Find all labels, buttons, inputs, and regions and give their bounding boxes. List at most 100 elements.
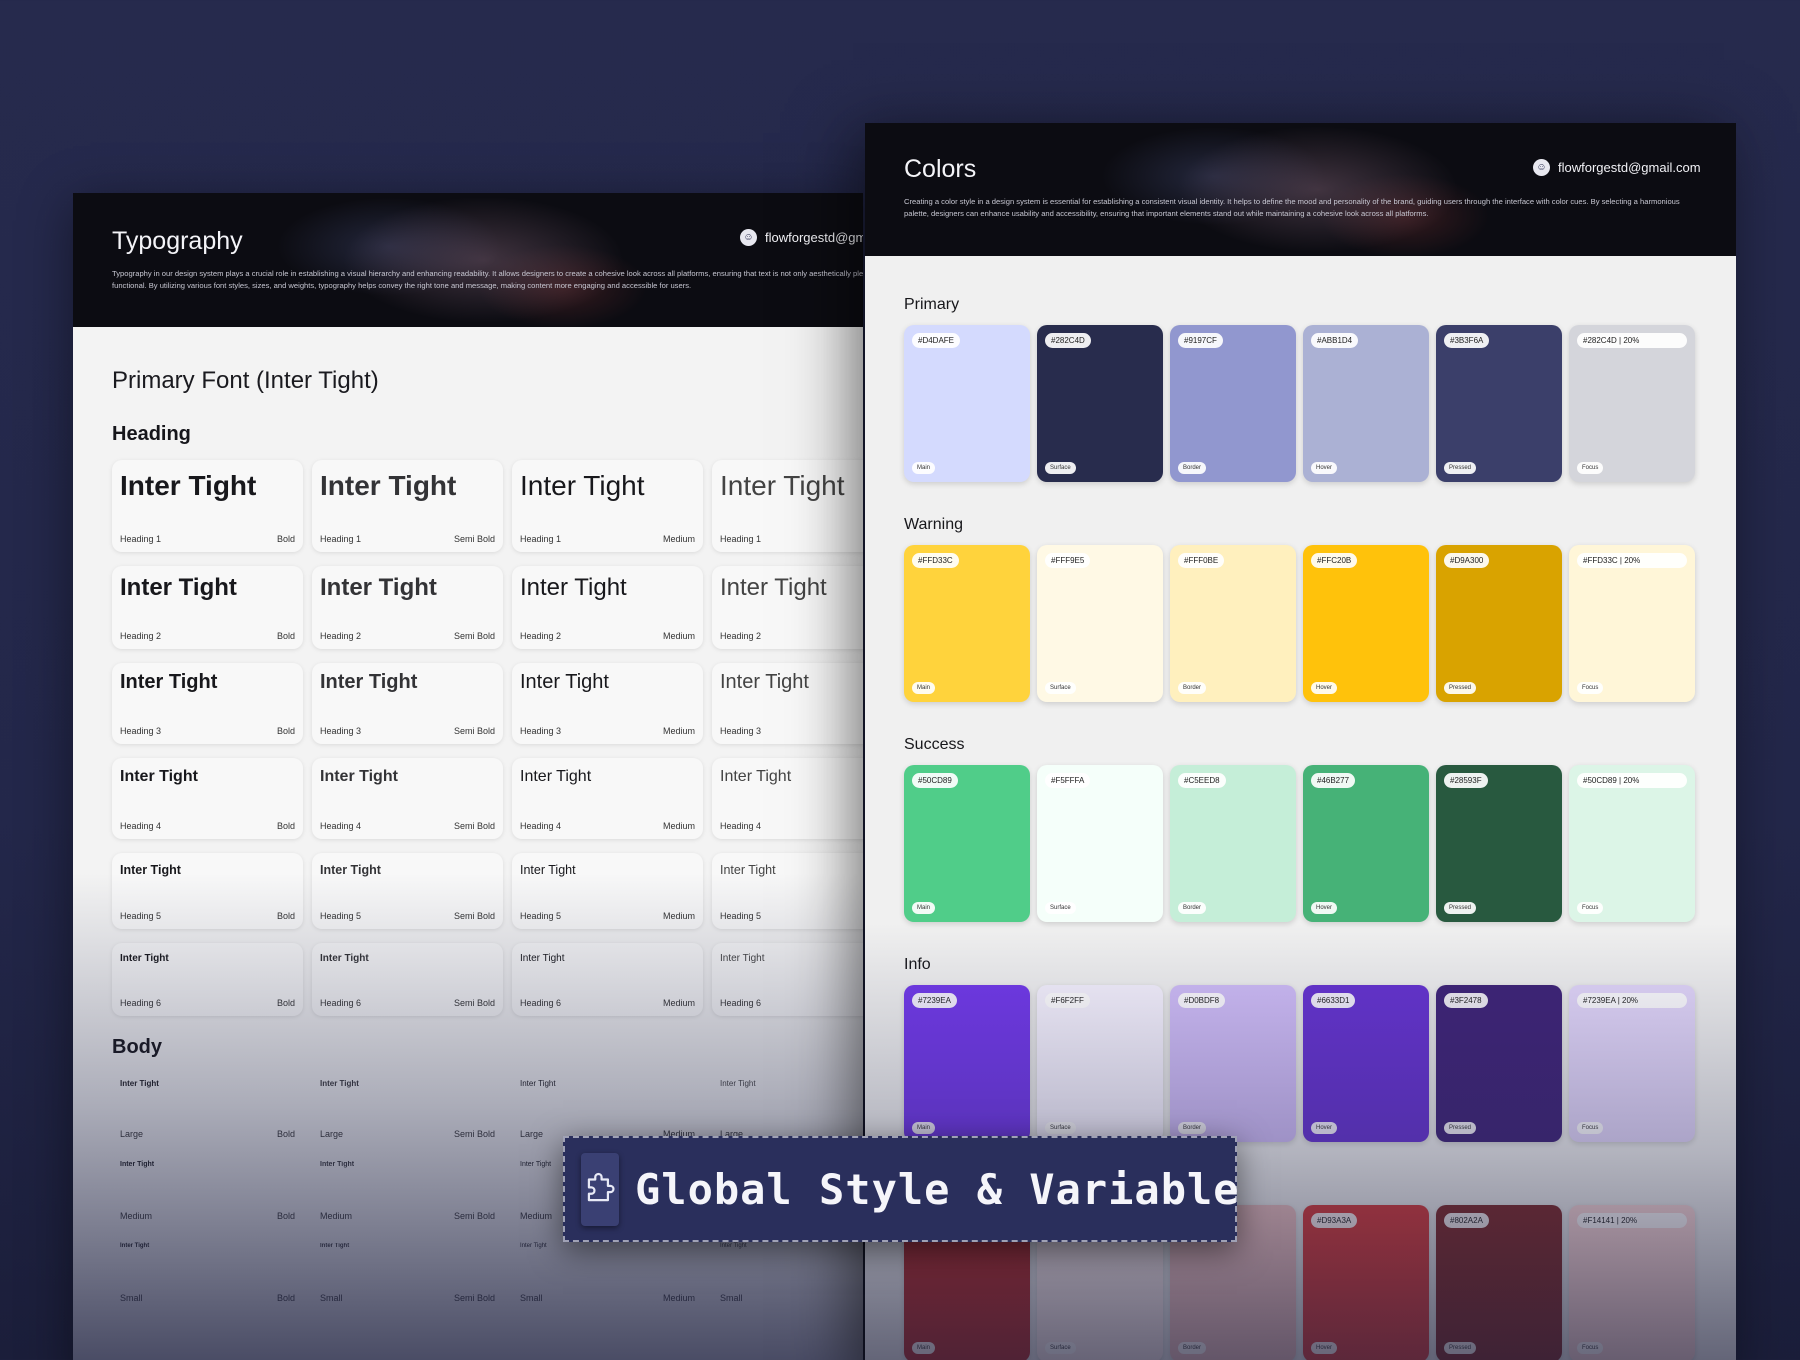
color-swatch[interactable]: #FFF0BE Border [1170, 545, 1296, 702]
color-swatch[interactable]: #FFF9E5 Surface [1037, 545, 1163, 702]
heading-card[interactable]: Inter Tight Heading 6 [712, 943, 863, 1016]
color-swatch[interactable]: #D9A300 Pressed [1436, 545, 1562, 702]
heading-card[interactable]: Inter Tight Heading 6 Medium [512, 943, 703, 1016]
heading-level-label: Heading 1 [520, 534, 562, 544]
hex-badge: #FFC20B [1311, 553, 1358, 568]
color-swatch[interactable]: #3F2478 Pressed [1436, 985, 1562, 1142]
hex-badge: #28593F [1444, 773, 1488, 788]
heading-level-label: Heading 6 [720, 998, 762, 1008]
heading-level-label: Heading 4 [520, 821, 562, 831]
body-card[interactable]: Inter Tight Small Bold [112, 1237, 303, 1311]
role-badge: Surface [1045, 682, 1076, 694]
body-sample: Inter Tight [720, 1079, 756, 1088]
heading-card[interactable]: Inter Tight Heading 5 Medium [512, 853, 703, 929]
heading-card[interactable]: Inter Tight Heading 4 [712, 758, 863, 839]
body-sample: Inter Tight [320, 1243, 350, 1249]
color-swatch[interactable]: #50CD89 | 20% Focus [1569, 765, 1695, 922]
role-badge: Main [912, 682, 936, 694]
color-swatch[interactable]: #F6F2FF Surface [1037, 985, 1163, 1142]
heading-level-label: Heading 4 [320, 821, 362, 831]
colors-email-text: flowforgestd@gmail.com [1558, 160, 1701, 175]
weight-label: Medium [662, 821, 695, 831]
role-badge: Pressed [1444, 902, 1477, 914]
typography-email[interactable]: ☺ flowforgestd@gmail.com [740, 229, 863, 246]
heading-level-label: Heading 1 [720, 534, 762, 544]
heading-card[interactable]: Inter Tight Heading 2 Medium [512, 566, 703, 649]
typography-title: Typography [112, 227, 243, 255]
hex-badge: #6633D1 [1311, 993, 1356, 1008]
heading-card[interactable]: Inter Tight Heading 6 Bold [112, 943, 303, 1016]
color-swatch[interactable]: #FFC20B Hover [1303, 545, 1429, 702]
color-swatch[interactable]: #50CD89 Main [904, 765, 1030, 922]
heading-card[interactable]: Inter Tight Heading 6 Semi Bold [312, 943, 503, 1016]
heading-sample: Inter Tight [320, 863, 381, 877]
color-swatch[interactable]: #ABB1D4 Hover [1303, 325, 1429, 482]
color-swatch[interactable]: #282C4D Surface [1037, 325, 1163, 482]
body-card[interactable]: Inter Tight Medium Semi Bold [312, 1155, 503, 1229]
heading-card[interactable]: Inter Tight Heading 2 [712, 566, 863, 649]
heading-card[interactable]: Inter Tight Heading 3 Bold [112, 663, 303, 744]
heading-level-label: Heading 5 [520, 911, 562, 921]
heading-card[interactable]: Inter Tight Heading 3 [712, 663, 863, 744]
body-card[interactable]: Inter Tight Large Bold [112, 1073, 303, 1147]
color-swatch[interactable]: #F5FFFA Surface [1037, 765, 1163, 922]
heading-card[interactable]: Inter Tight Heading 5 [712, 853, 863, 929]
heading-row: Inter Tight Heading 3 Bold Inter Tight Headi… [112, 663, 863, 744]
color-swatch[interactable]: #D4DAFE Main [904, 325, 1030, 482]
color-group-label: Warning [904, 516, 963, 533]
hex-badge: #F5FFFA [1045, 773, 1091, 788]
weight-label: Bold [276, 1211, 295, 1221]
body-sample: Inter Tight [520, 1243, 547, 1249]
color-swatch[interactable]: #282C4D | 20% Focus [1569, 325, 1695, 482]
colors-email[interactable]: ☺ flowforgestd@gmail.com [1533, 159, 1701, 176]
color-swatch[interactable]: #46B277 Hover [1303, 765, 1429, 922]
role-badge: Hover [1311, 902, 1338, 914]
heading-card[interactable]: Inter Tight Heading 5 Semi Bold [312, 853, 503, 929]
heading-level-label: Heading 2 [320, 631, 362, 641]
color-swatch[interactable]: #D0BDF8 Border [1170, 985, 1296, 1142]
body-card[interactable]: Inter Tight Small Semi Bold [312, 1237, 503, 1311]
role-badge: Hover [1311, 682, 1338, 694]
heading-card[interactable]: Inter Tight Heading 3 Medium [512, 663, 703, 744]
color-swatch[interactable]: #802A2A Pressed [1436, 1205, 1562, 1360]
weight-label: Bold [276, 1293, 295, 1303]
heading-level-label: Heading 3 [720, 726, 762, 736]
body-card[interactable]: Inter Tight Medium Bold [112, 1155, 303, 1229]
body-size-label: Large [520, 1129, 544, 1139]
role-badge: Border [1178, 1342, 1207, 1354]
color-swatch[interactable]: #9197CF Border [1170, 325, 1296, 482]
heading-card[interactable]: Inter Tight Heading 2 Semi Bold [312, 566, 503, 649]
role-badge: Surface [1045, 1342, 1076, 1354]
weight-label: Bold [276, 1129, 295, 1139]
role-badge: Border [1178, 462, 1207, 474]
body-card[interactable]: Inter Tight Small Medium [512, 1237, 703, 1311]
color-swatch[interactable]: #FFD33C | 20% Focus [1569, 545, 1695, 702]
color-swatch[interactable]: #7239EA Main [904, 985, 1030, 1142]
color-swatch[interactable]: #F14141 | 20% Focus [1569, 1205, 1695, 1360]
heading-card[interactable]: Inter Tight Heading 4 Medium [512, 758, 703, 839]
heading-card[interactable]: Inter Tight Heading 1 Bold [112, 460, 303, 552]
heading-card[interactable]: Inter Tight Heading 5 Bold [112, 853, 303, 929]
color-swatch[interactable]: #28593F Pressed [1436, 765, 1562, 922]
color-swatch[interactable]: #FFD33C Main [904, 545, 1030, 702]
heading-level-label: Heading 6 [320, 998, 362, 1008]
heading-card[interactable]: Inter Tight Heading 3 Semi Bold [312, 663, 503, 744]
heading-card[interactable]: Inter Tight Heading 1 Medium [512, 460, 703, 552]
heading-sample: Inter Tight [320, 953, 369, 964]
heading-sample: Inter Tight [320, 470, 457, 501]
color-swatch[interactable]: #3B3F6A Pressed [1436, 325, 1562, 482]
avatar-icon: ☺ [740, 229, 757, 246]
heading-row: Inter Tight Heading 2 Bold Inter Tight Headi… [112, 566, 863, 649]
color-swatch[interactable]: #7239EA | 20% Focus [1569, 985, 1695, 1142]
weight-label: Semi Bold [453, 726, 495, 736]
heading-card[interactable]: Inter Tight Heading 2 Bold [112, 566, 303, 649]
body-card[interactable]: Inter Tight Large Semi Bold [312, 1073, 503, 1147]
heading-card[interactable]: Inter Tight Heading 1 Semi Bold [312, 460, 503, 552]
color-swatch[interactable]: #D93A3A Hover [1303, 1205, 1429, 1360]
color-swatch[interactable]: #6633D1 Hover [1303, 985, 1429, 1142]
heading-card[interactable]: Inter Tight Heading 4 Semi Bold [312, 758, 503, 839]
body-card[interactable]: Inter Tight Small [712, 1237, 863, 1311]
heading-card[interactable]: Inter Tight Heading 1 [712, 460, 863, 552]
heading-card[interactable]: Inter Tight Heading 4 Bold [112, 758, 303, 839]
color-swatch[interactable]: #C5EED8 Border [1170, 765, 1296, 922]
